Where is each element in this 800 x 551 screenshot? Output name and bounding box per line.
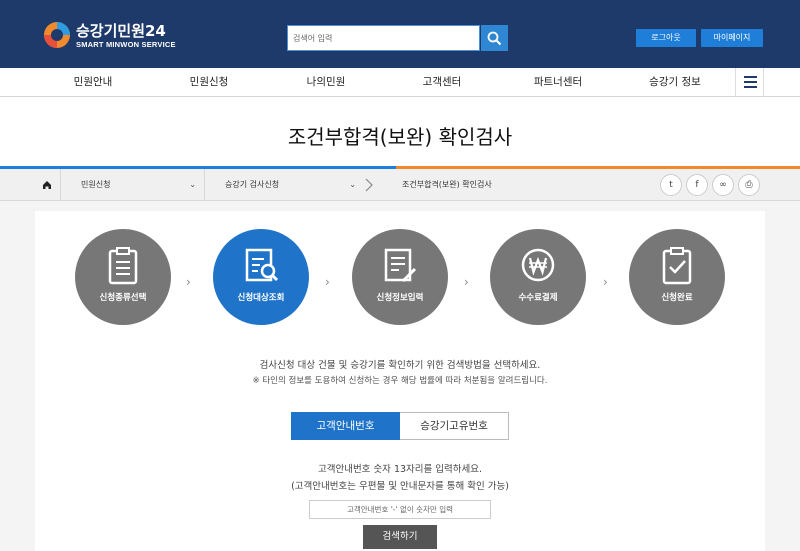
home-icon[interactable] xyxy=(35,169,59,201)
nav-item-elevator-info[interactable]: 승강기 정보 xyxy=(625,68,725,97)
print-icon[interactable]: ⎙ xyxy=(738,174,760,196)
input-instruction: 고객안내번호 숫자 13자리를 입력하세요. xyxy=(317,464,482,475)
chevron-right-icon: › xyxy=(464,275,469,289)
step-select-type: 신청종류선택 xyxy=(75,229,171,325)
document-edit-icon xyxy=(384,248,417,283)
step-complete: 신청완료 xyxy=(629,229,725,325)
clipboard-icon xyxy=(108,247,138,285)
link-icon[interactable]: ∞ xyxy=(712,174,734,196)
chevron-right-icon xyxy=(365,178,373,192)
search-input[interactable]: 검색어 입력 xyxy=(287,25,480,51)
site-logo[interactable]: 승강기민원24 SMART MINWON SERVICE xyxy=(42,18,182,52)
logo-title: 승강기민원24 xyxy=(76,22,166,40)
step-label: 신청대상조회 xyxy=(237,293,285,303)
step-lookup-target: 신청대상조회 xyxy=(213,229,309,325)
nav-item-partner-center[interactable]: 파트너센터 xyxy=(508,68,608,97)
top-header: 승강기민원24 SMART MINWON SERVICE 검색어 입력 로그아웃… xyxy=(0,0,800,68)
breadcrumb-item-apply[interactable]: 민원신청 ⌄ xyxy=(60,169,204,201)
mypage-button[interactable]: 마이페이지 xyxy=(701,29,763,47)
main-nav: 민원안내 민원신청 나의민원 고객센터 파트너센터 승강기 정보 xyxy=(0,68,800,97)
logo-subtitle: SMART MINWON SERVICE xyxy=(76,40,176,49)
nav-item-guide[interactable]: 민원안내 xyxy=(43,68,143,97)
input-hint: (고객안내번호는 우편물 및 안내문자를 통해 확인 가능) xyxy=(291,481,509,492)
step-pay-fee: 수수료결제 xyxy=(490,229,586,325)
search-submit-button[interactable]: 검색하기 xyxy=(363,525,437,549)
logo-mark-icon xyxy=(44,22,70,48)
page-title: 조건부합격(보완) 확인검사 xyxy=(287,125,513,149)
customer-code-input[interactable]: 고객안내번호 '-' 없이 숫자만 입력 xyxy=(309,500,491,519)
breadcrumb-item-inspection[interactable]: 승강기 검사신청 ⌄ xyxy=(204,169,382,201)
search-button[interactable] xyxy=(481,25,508,51)
chevron-right-icon: › xyxy=(186,275,191,289)
nav-item-apply[interactable]: 민원신청 xyxy=(159,68,259,97)
tab-elevator-id[interactable]: 승강기고유번호 xyxy=(400,412,509,440)
title-area: 조건부합격(보완) 확인검사 xyxy=(0,97,800,167)
search-method-description: 검사신청 대상 건물 및 승강기를 확인하기 위한 검색방법을 선택하세요. xyxy=(259,360,541,371)
chevron-down-icon: ⌄ xyxy=(349,180,356,189)
step-label: 신청완료 xyxy=(661,293,693,303)
step-label: 신청종류선택 xyxy=(99,293,147,303)
breadcrumb-label: 민원신청 xyxy=(81,180,111,189)
nav-item-my-requests[interactable]: 나의민원 xyxy=(276,68,376,97)
chevron-down-icon: ⌄ xyxy=(189,180,196,189)
checklist-icon xyxy=(662,247,692,285)
breadcrumb-item-current: 조건부합격(보완) 확인검사 xyxy=(382,169,582,201)
document-search-icon xyxy=(245,248,279,282)
twitter-icon[interactable]: t xyxy=(660,174,682,196)
nav-item-customer-center[interactable]: 고객센터 xyxy=(392,68,492,97)
search-icon xyxy=(487,31,502,46)
breadcrumb-label: 조건부합격(보완) 확인검사 xyxy=(402,180,492,189)
breadcrumb-label: 승강기 검사신청 xyxy=(225,180,280,189)
hamburger-menu-icon[interactable] xyxy=(735,68,764,97)
chevron-right-icon: › xyxy=(325,275,330,289)
legal-notice: ※ 타인의 정보를 도용하여 신청하는 경우 해당 법률에 따라 처분됨을 알려… xyxy=(252,376,548,386)
chevron-right-icon: › xyxy=(603,275,608,289)
logout-button[interactable]: 로그아웃 xyxy=(636,29,696,47)
step-label: 신청정보입력 xyxy=(376,293,424,303)
step-enter-info: 신청정보입력 xyxy=(352,229,448,325)
facebook-icon[interactable]: f xyxy=(686,174,708,196)
tab-customer-code[interactable]: 고객안내번호 xyxy=(291,412,400,440)
won-icon xyxy=(521,248,555,282)
step-label: 수수료결제 xyxy=(518,293,558,303)
